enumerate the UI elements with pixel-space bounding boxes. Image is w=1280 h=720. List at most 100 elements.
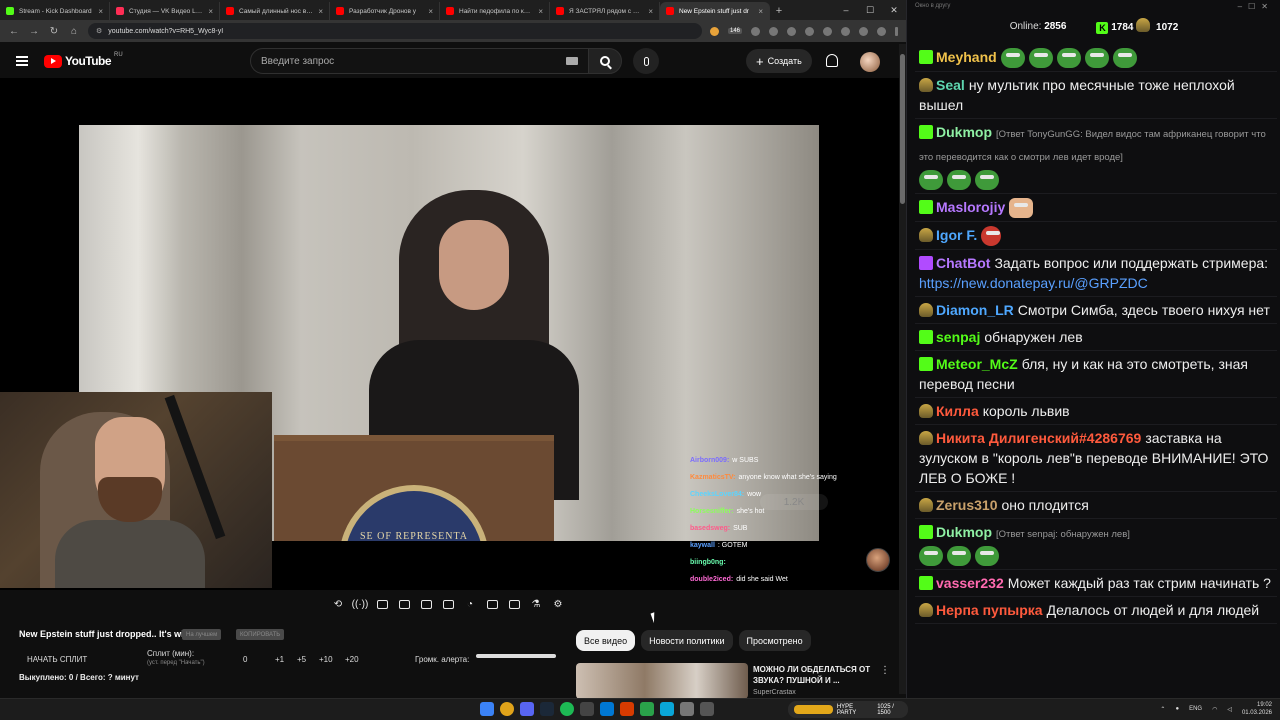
tab-close-icon[interactable]: × (648, 7, 653, 16)
browser-tab[interactable]: Stream - Kick Dashboard × (0, 2, 110, 20)
filter-chip[interactable]: Просмотрено (738, 630, 811, 651)
hamburger-menu-icon[interactable] (16, 56, 28, 66)
chat-username[interactable]: Meyhand (936, 49, 997, 65)
close-icon[interactable]: ✕ (882, 0, 906, 20)
extension-icon[interactable] (841, 26, 850, 36)
tab-close-icon[interactable]: × (428, 7, 433, 16)
more-options-icon[interactable]: ⋮ (880, 665, 890, 676)
page-scrollbar[interactable] (899, 44, 906, 694)
app-icon[interactable] (600, 702, 614, 716)
chat-username[interactable]: Килла (936, 403, 979, 419)
recommendation-item[interactable]: МОЖНО ЛИ ОБДЕЛАТЬСЯ ОТ ЗВУКА? ПУШНОЙ И .… (576, 663, 906, 698)
clapper-icon[interactable] (395, 596, 413, 612)
recommendation-title[interactable]: МОЖНО ЛИ ОБДЕЛАТЬСЯ ОТ ЗВУКА? ПУШНОЙ И .… (753, 664, 873, 686)
spotify-icon[interactable] (560, 702, 574, 716)
browser-tab[interactable]: Я ЗАСТРЯЛ рядом с Ираном × (550, 2, 660, 20)
discord-icon[interactable] (520, 702, 534, 716)
pill-button[interactable]: На лучшем (182, 629, 222, 640)
chat-username[interactable]: Dukmop (936, 124, 992, 140)
copy-button[interactable]: КОПИРОВАТЬ (236, 629, 285, 640)
extension-icon[interactable] (709, 26, 719, 36)
chat-username[interactable]: Seal (936, 77, 965, 93)
chat-username[interactable]: Maslorojiy (936, 199, 1005, 215)
chat-username[interactable]: ChatBot (936, 255, 990, 271)
donate-link[interactable]: https://new.donatepay.ru/@GRPZDC (919, 275, 1148, 291)
tab-close-icon[interactable]: × (538, 7, 543, 16)
browser-tab[interactable]: Студия — VK Видео Live × (110, 2, 220, 20)
url-field[interactable]: ⚙ youtube.com/watch?v=RH5_Wyc8-yI (88, 23, 702, 39)
browser-tab[interactable]: Найти педофила по кирпичу × (440, 2, 550, 20)
split-plus1-button[interactable]: +1 (275, 655, 284, 664)
app-icon[interactable] (680, 702, 694, 716)
steam-icon[interactable] (540, 702, 554, 716)
chat-username[interactable]: vasser232 (936, 575, 1004, 591)
menu-icon[interactable] (895, 26, 898, 36)
tab-close-icon[interactable]: × (758, 7, 763, 16)
keyboard-icon[interactable] (566, 57, 578, 65)
start-icon[interactable] (480, 702, 494, 716)
chat-username[interactable]: Igor F. (936, 227, 977, 243)
filter-chip[interactable]: Все видео (576, 630, 636, 651)
tray-chevron-icon[interactable]: ⌃ (1160, 706, 1165, 713)
chat-username[interactable]: Zerus310 (936, 497, 997, 513)
search-input[interactable]: Введите запрос (250, 48, 592, 74)
scroll-thumb[interactable] (900, 54, 905, 204)
app-icon[interactable] (640, 702, 654, 716)
chat-username[interactable]: Diamon_LR (936, 302, 1014, 318)
app-icon[interactable] (620, 702, 634, 716)
screenshot-icon[interactable] (505, 596, 523, 612)
channel-avatar[interactable] (866, 548, 890, 572)
tab-close-icon[interactable]: × (98, 7, 103, 16)
language-indicator[interactable]: ENG (1189, 706, 1202, 712)
extension-icon[interactable] (859, 26, 868, 36)
home-icon[interactable]: ⌂ (68, 26, 80, 37)
chat-username[interactable]: senpaj (936, 329, 980, 345)
clock[interactable]: 19:02 01.03.2026 (1242, 701, 1272, 717)
extension-icon[interactable] (751, 26, 760, 36)
chat-username[interactable]: Meteor_McZ (936, 356, 1018, 372)
app-icon[interactable] (700, 702, 714, 716)
reload-icon[interactable]: ↻ (48, 26, 60, 37)
browser-tab[interactable]: New Epstein stuff just dr × (660, 2, 770, 20)
start-split-button[interactable]: НАЧАТЬ СПЛИТ (27, 655, 87, 664)
extension-icon[interactable] (805, 26, 814, 36)
tab-close-icon[interactable]: × (318, 7, 323, 16)
camera-eye-icon[interactable] (373, 596, 391, 612)
volume-icon[interactable]: ◁ (1227, 706, 1232, 713)
alert-volume-slider[interactable] (476, 654, 556, 658)
telegram-icon[interactable] (660, 702, 674, 716)
voice-search-button[interactable] (633, 48, 659, 74)
account-avatar[interactable] (860, 52, 880, 72)
tab-close-icon[interactable]: × (208, 7, 213, 16)
back-icon[interactable]: ← (8, 26, 20, 37)
maximize-icon[interactable]: ☐ (858, 0, 882, 20)
split-value[interactable]: 0 (243, 655, 247, 664)
chrome-icon[interactable] (500, 702, 514, 716)
subtitles-icon[interactable] (439, 596, 457, 612)
browser-tab[interactable]: Самый длинный нос в истории × (220, 2, 330, 20)
mic-tray-icon[interactable]: ● (1175, 706, 1179, 712)
broadcast-icon[interactable]: ((·)) (351, 596, 369, 612)
notifications-bell-icon[interactable] (826, 54, 838, 67)
obs-icon[interactable] (580, 702, 594, 716)
chat-username[interactable]: Нерпа пупырка (936, 602, 1043, 618)
browser-tab[interactable]: Разработчик Дронов у × (330, 2, 440, 20)
pip-icon[interactable] (417, 596, 435, 612)
forward-icon[interactable]: → (28, 26, 40, 37)
chat-username[interactable]: Никита Дилигенский#4286769 (936, 430, 1141, 446)
speed-icon[interactable]: ◔ (461, 596, 479, 612)
wifi-icon[interactable]: ◠ (1212, 706, 1217, 713)
loop-icon[interactable]: ⟲ (329, 596, 347, 612)
flask-icon[interactable]: ⚗ (527, 596, 545, 612)
extension-icon[interactable] (769, 26, 778, 36)
chat-window-controls[interactable]: –☐✕ (1238, 2, 1274, 11)
search-button[interactable] (588, 48, 622, 74)
youtube-logo[interactable]: YouTube RU (44, 52, 123, 68)
settings-gear-icon[interactable]: ⚙ (549, 596, 567, 612)
recommendation-thumbnail[interactable] (576, 663, 748, 698)
profile-icon[interactable] (877, 26, 886, 36)
minimize-icon[interactable]: – (834, 0, 858, 20)
create-button[interactable]: + Создать (746, 49, 812, 73)
chat-username[interactable]: Dukmop (936, 524, 992, 540)
split-plus20-button[interactable]: +20 (345, 655, 359, 664)
